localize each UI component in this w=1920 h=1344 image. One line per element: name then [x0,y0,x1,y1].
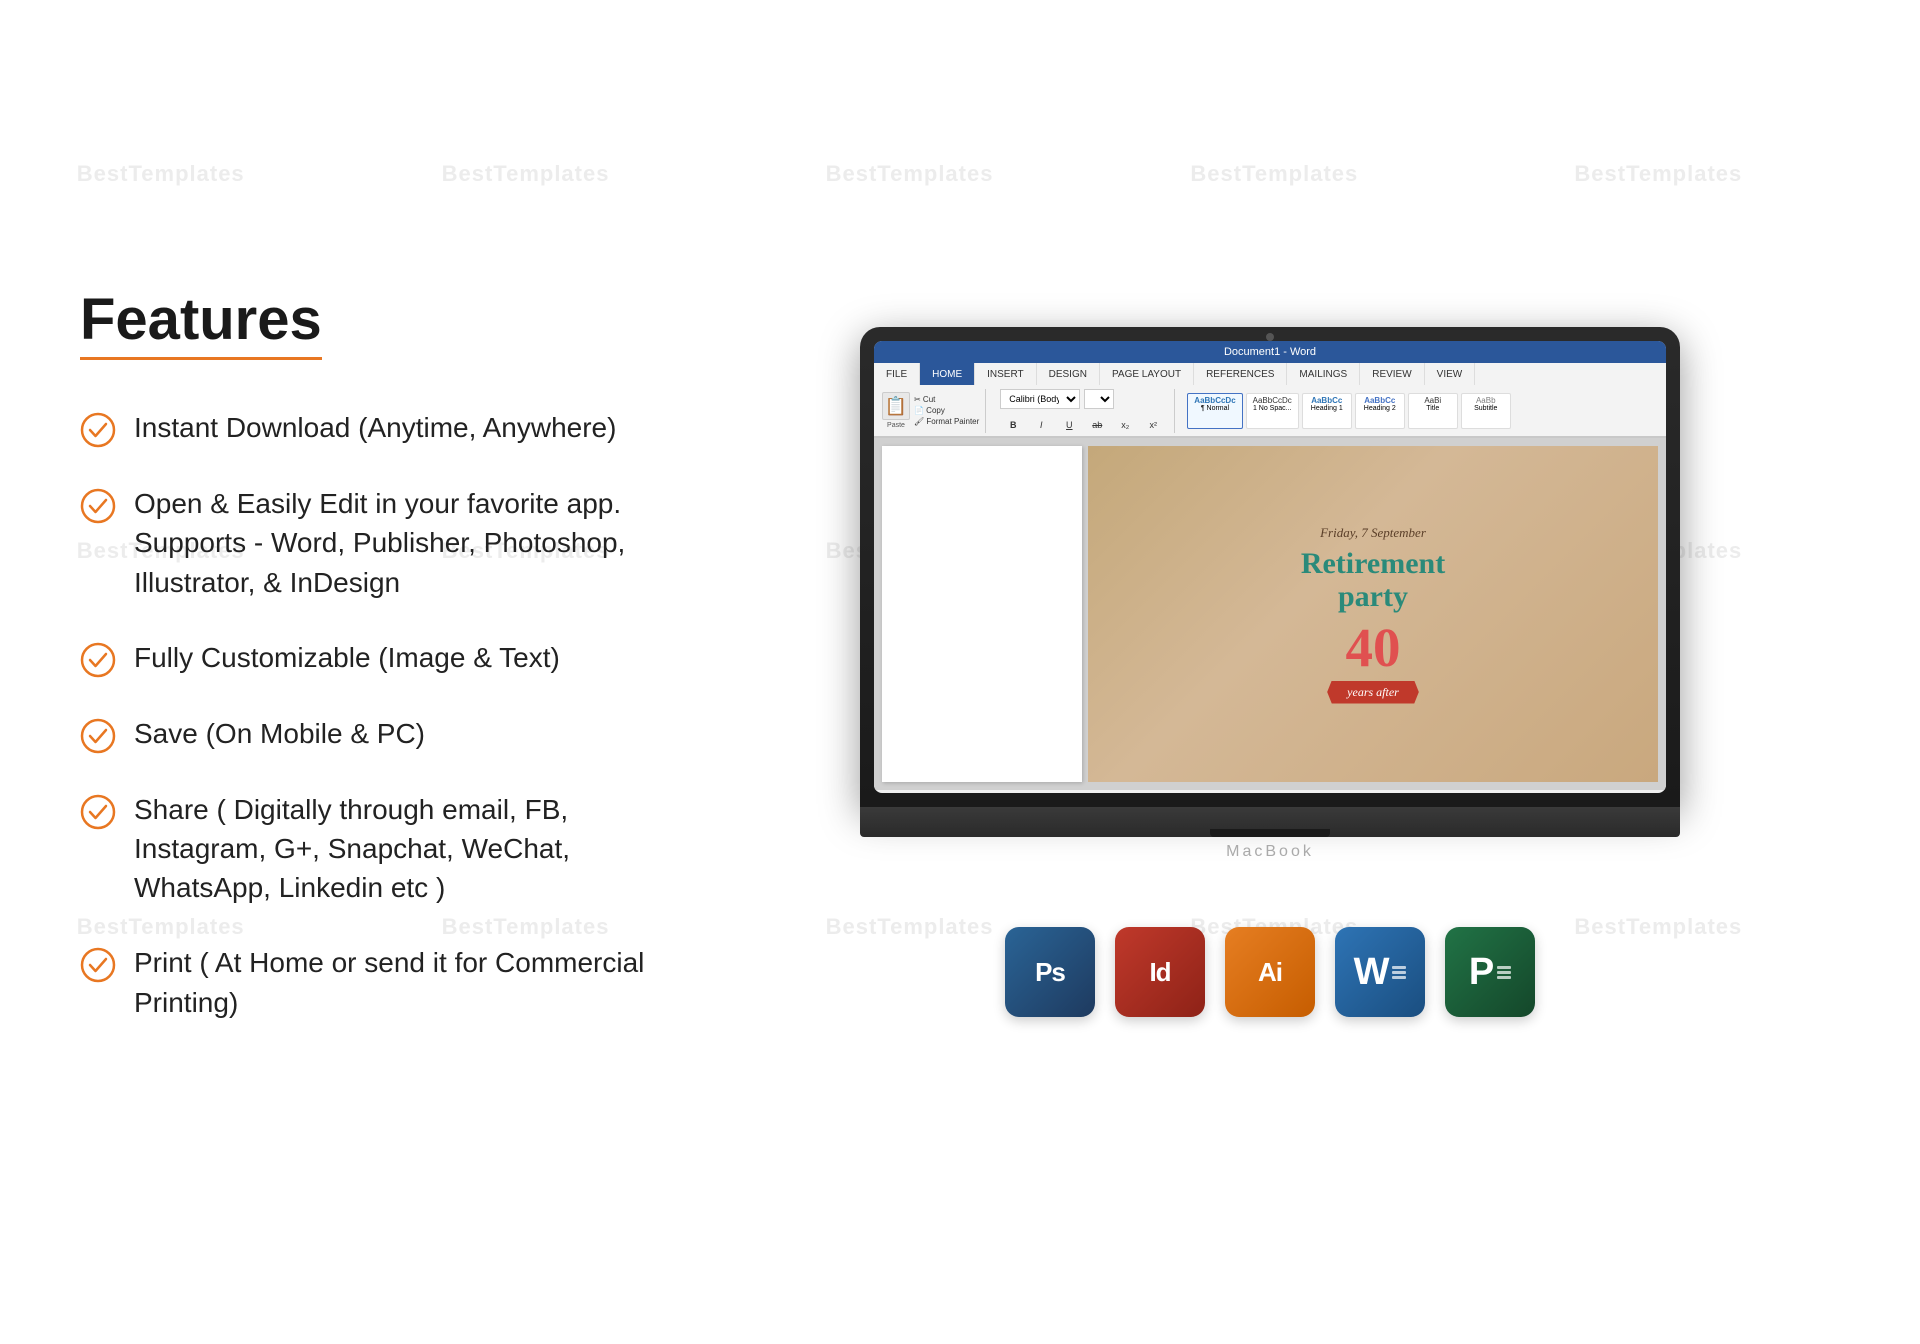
feature-item: Instant Download (Anytime, Anywhere) [80,408,660,448]
word-toolbar: 📋 Paste ✂ Cut 📄 Copy 🖌 Format Painter [874,385,1666,437]
w-line-2 [1392,971,1406,974]
check-icon [80,412,116,448]
feature-item: Save (On Mobile & PC) [80,714,660,754]
page-title: Features [80,286,322,360]
styles-group: AaBbCcDc ¶ Normal AaBbCcDc 1 No Spac... … [1181,393,1510,429]
publisher-icon: P [1445,927,1535,1017]
card-date: Friday, 7 September [1320,525,1426,541]
check-icon [80,488,116,524]
style-normal[interactable]: AaBbCcDc ¶ Normal [1187,393,1242,429]
word-tab-references[interactable]: REFERENCES [1194,363,1287,385]
style-heading1[interactable]: AaBbCc Heading 1 [1302,393,1352,429]
subscript-button[interactable]: x₂ [1112,412,1138,438]
check-icon [80,642,116,678]
word-symbol: W [1354,951,1407,994]
word-tab-mailings[interactable]: MAILINGS [1287,363,1360,385]
word-ribbon: FILEHOMEINSERTDESIGNPAGE LAYOUTREFERENCE… [874,363,1666,438]
card-party: party [1338,580,1408,614]
card-title-retirement: Retirement [1301,547,1445,580]
word-document-area: Friday, 7 September Retirement party 40 … [874,438,1666,790]
indesign-icon: Id [1115,927,1205,1017]
p-line-2 [1497,971,1511,974]
style-subtitle[interactable]: AaBb Subtitle [1461,393,1511,429]
clipboard-group: 📋 Paste ✂ Cut 📄 Copy 🖌 Format Painter [882,389,986,433]
features-panel: Features Instant Download (Anytime, Anyw… [80,286,700,1058]
feature-text: Save (On Mobile & PC) [134,714,425,753]
p-line-1 [1497,966,1511,969]
word-tabs: FILEHOMEINSERTDESIGNPAGE LAYOUTREFERENCE… [874,363,1666,385]
word-tab-view[interactable]: VIEW [1425,363,1476,385]
font-group: Calibri (Body) 11 B I U [992,389,1175,433]
laptop-brand: MacBook [1226,843,1314,861]
laptop-container: Document1 - Word FILEHOMEINSERTDESIGNPAG… [860,327,1680,847]
illustrator-icon: Ai [1225,927,1315,1017]
feature-item: Open & Easily Edit in your favorite app.… [80,484,660,602]
italic-button[interactable]: I [1028,412,1054,438]
id-label: Id [1149,957,1170,988]
laptop-body: Document1 - Word FILEHOMEINSERTDESIGNPAG… [860,327,1680,807]
word-page-blank [882,446,1082,782]
word-content-area: Friday, 7 September Retirement party 40 … [1088,446,1658,782]
word-tab-home[interactable]: HOME [920,363,975,385]
feature-item: Fully Customizable (Image & Text) [80,638,660,678]
app-icons-row: Ps Id Ai W P [1005,927,1535,1017]
word-lines [1392,966,1406,979]
style-title[interactable]: AaBi Title [1408,393,1458,429]
word-app-icon: W [1335,927,1425,1017]
superscript-button[interactable]: x² [1140,412,1166,438]
right-panel: Document1 - Word FILEHOMEINSERTDESIGNPAG… [700,327,1840,1017]
feature-item: Share ( Digitally through email, FB, Ins… [80,790,660,908]
word-tab-design[interactable]: DESIGN [1037,363,1100,385]
features-list: Instant Download (Anytime, Anywhere) Ope… [80,408,660,1022]
laptop-base: MacBook [860,807,1680,837]
font-selector[interactable]: Calibri (Body) [1000,389,1080,409]
style-no-spacing[interactable]: AaBbCcDc 1 No Spac... [1246,393,1299,429]
font-size-selector[interactable]: 11 [1084,389,1114,409]
feature-text: Instant Download (Anytime, Anywhere) [134,408,616,447]
pub-p-letter: P [1469,951,1494,994]
check-icon [80,794,116,830]
photoshop-icon: Ps [1005,927,1095,1017]
bold-button[interactable]: B [1000,412,1026,438]
laptop-screen: Document1 - Word FILEHOMEINSERTDESIGNPAG… [874,341,1666,793]
card-number: 40 [1346,620,1401,675]
word-titlebar: Document1 - Word [874,341,1666,363]
word-tab-file[interactable]: FILE [874,363,920,385]
word-tab-page-layout[interactable]: PAGE LAYOUT [1100,363,1194,385]
feature-text: Share ( Digitally through email, FB, Ins… [134,790,660,908]
feature-text: Fully Customizable (Image & Text) [134,638,560,677]
card-banner: years after [1327,681,1419,704]
w-line-3 [1392,976,1406,979]
pub-lines [1497,966,1511,979]
strikethrough-button[interactable]: ab [1084,412,1110,438]
word-tab-review[interactable]: REVIEW [1360,363,1424,385]
word-tab-insert[interactable]: INSERT [975,363,1037,385]
check-icon [80,718,116,754]
pub-symbol: P [1469,951,1511,994]
word-w-letter: W [1354,951,1390,994]
ai-label: Ai [1258,957,1282,988]
w-line-1 [1392,966,1406,969]
laptop-camera [1266,333,1274,341]
check-icon [80,947,116,983]
underline-button[interactable]: U [1056,412,1082,438]
ps-label: Ps [1035,957,1065,988]
style-heading2[interactable]: AaBbCc Heading 2 [1355,393,1405,429]
feature-item: Print ( At Home or send it for Commercia… [80,943,660,1021]
word-title: Document1 - Word [1224,346,1316,358]
feature-text: Print ( At Home or send it for Commercia… [134,943,660,1021]
feature-text: Open & Easily Edit in your favorite app.… [134,484,660,602]
p-line-3 [1497,976,1511,979]
retirement-card: Friday, 7 September Retirement party 40 … [1088,446,1658,782]
